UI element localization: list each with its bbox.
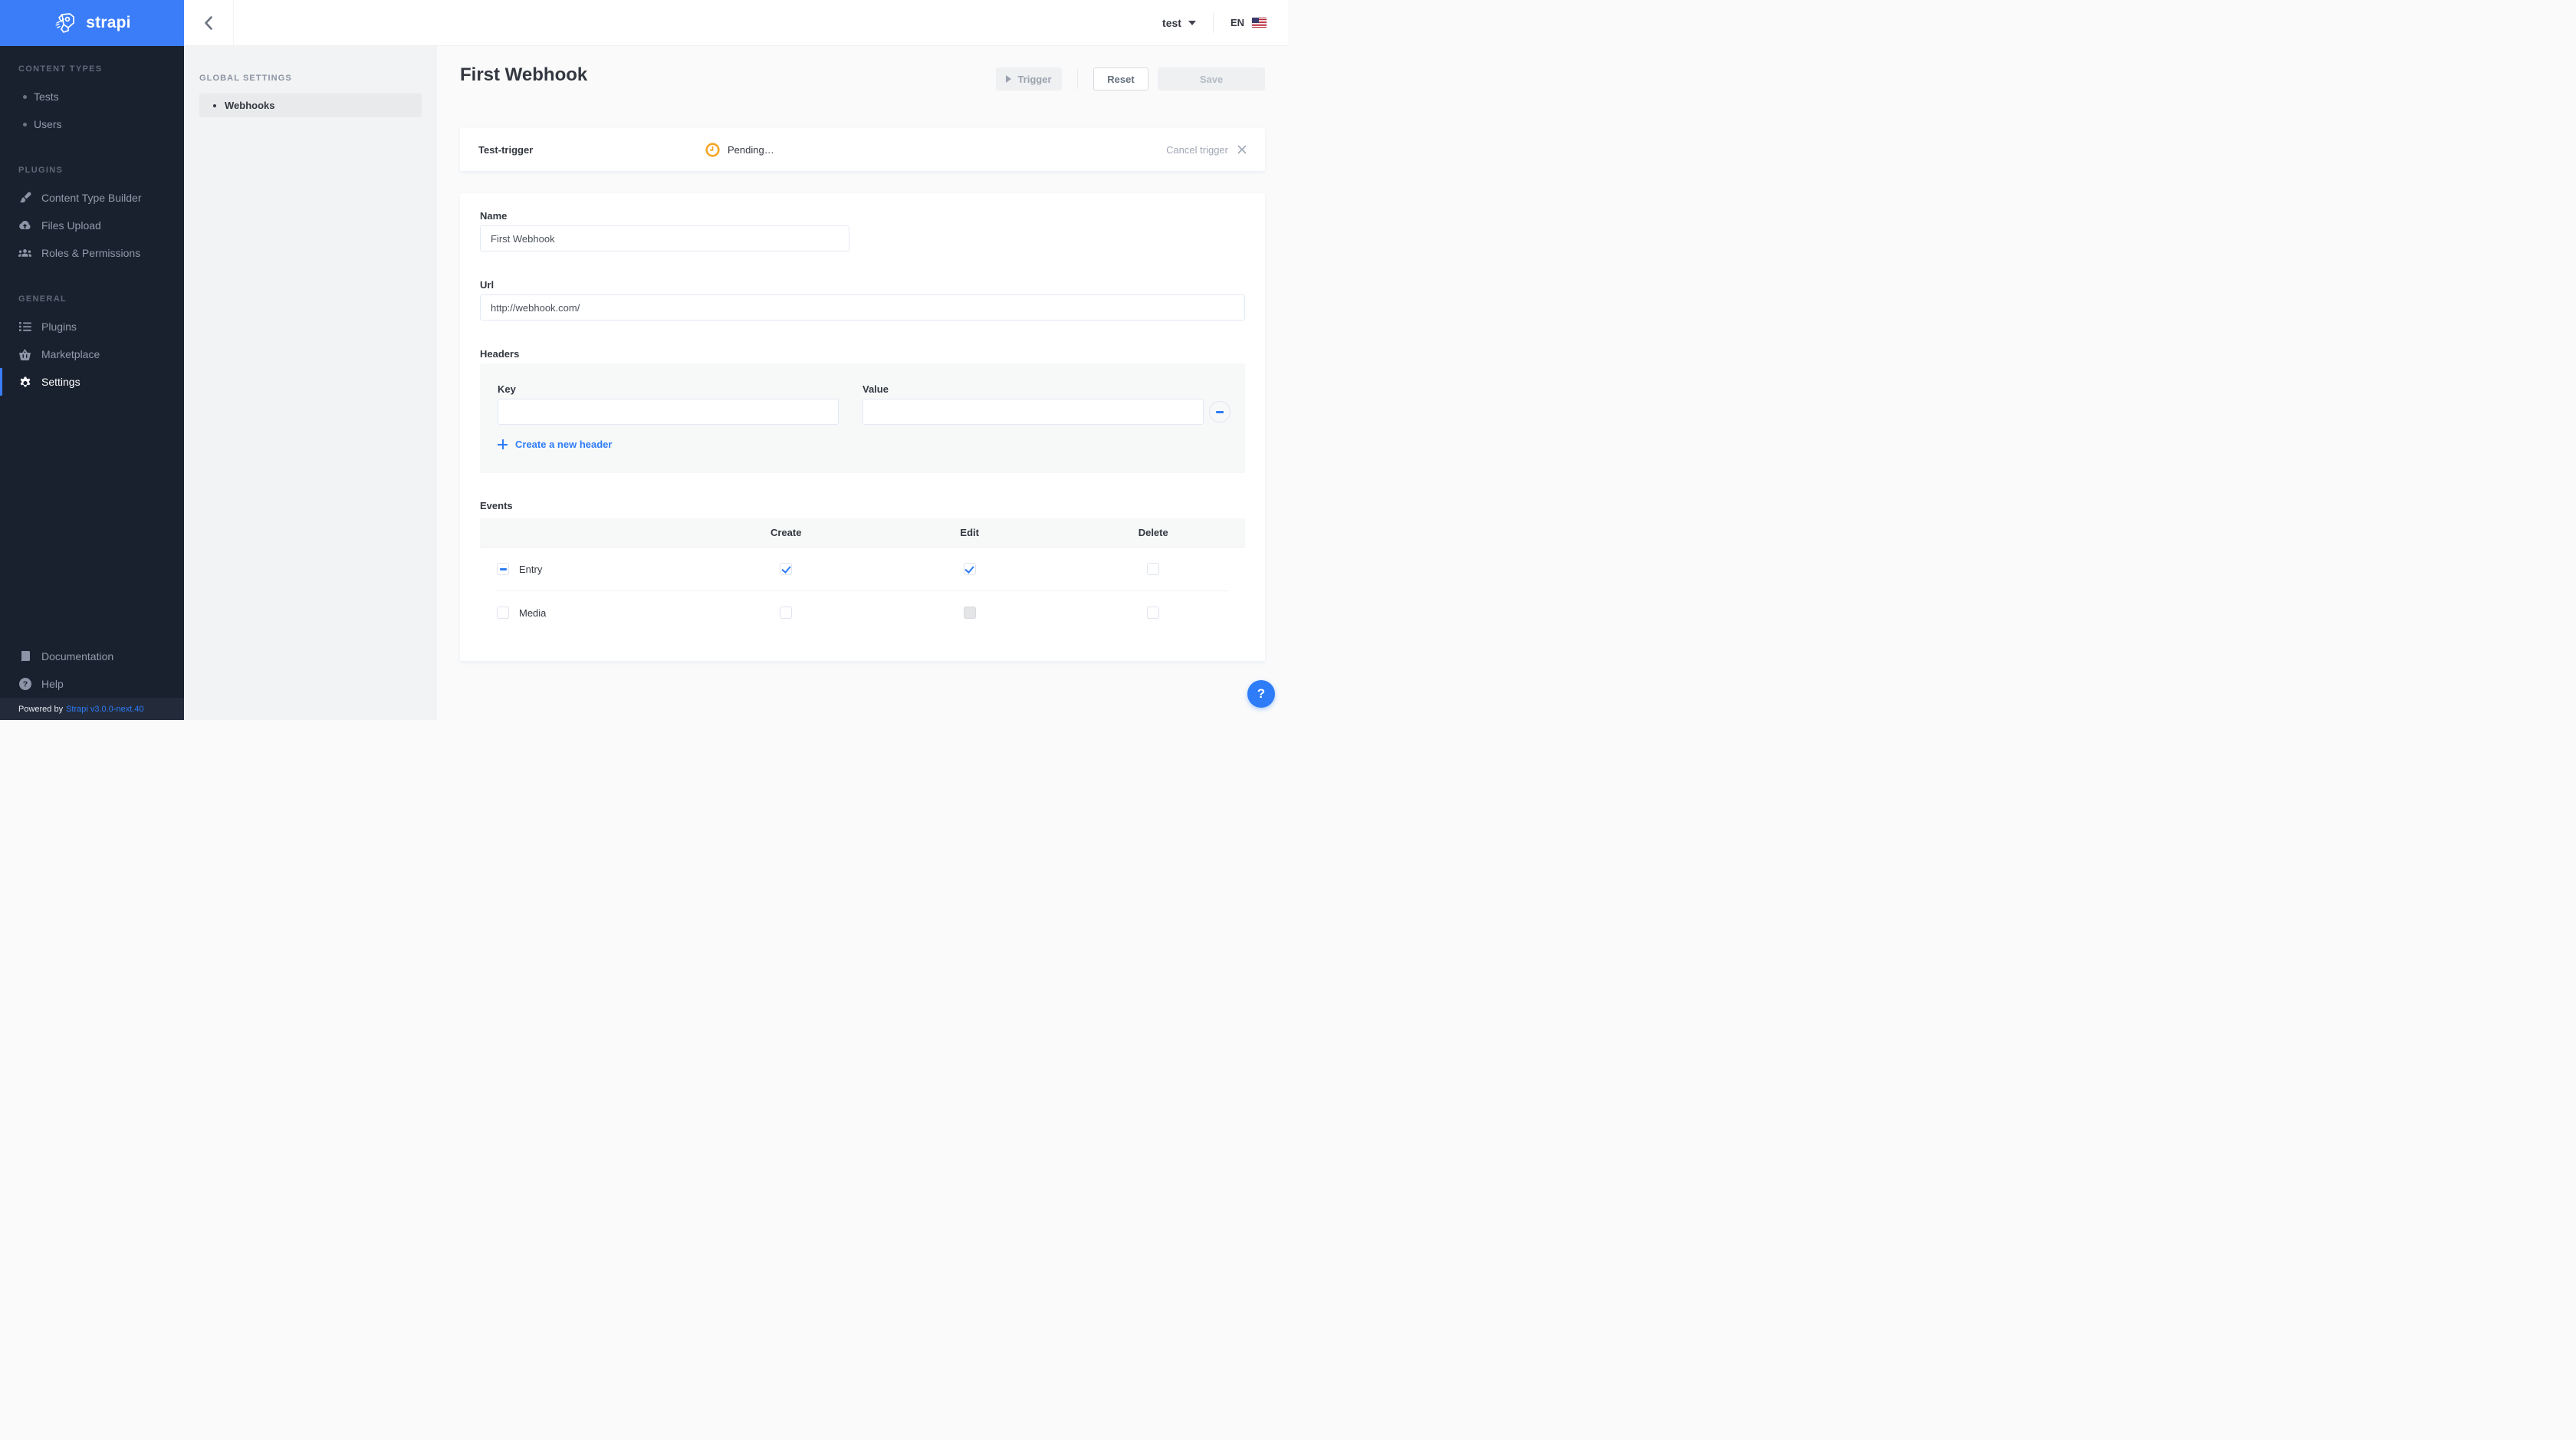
locale-code: EN: [1230, 17, 1244, 28]
topbar-right: test EN: [1162, 12, 1288, 33]
sidebar-item-settings[interactable]: Settings: [0, 368, 184, 396]
entry-edit-checkbox[interactable]: [963, 563, 976, 575]
column-delete: Delete: [1138, 527, 1168, 538]
test-trigger-label: Test-trigger: [478, 143, 534, 156]
divider: [1212, 12, 1214, 33]
topbar: test EN: [184, 0, 1288, 46]
cloud-upload-icon: [18, 219, 31, 232]
svg-text:?: ?: [22, 680, 27, 689]
sidebar-item-documentation[interactable]: Documentation: [0, 643, 184, 670]
name-input[interactable]: [480, 225, 849, 252]
events-label: Events: [480, 500, 513, 511]
list-icon: [18, 321, 31, 334]
media-row-checkbox[interactable]: [497, 607, 509, 619]
help-fab-button[interactable]: ?: [1247, 680, 1275, 708]
minus-icon: [1216, 410, 1224, 413]
cancel-trigger-button[interactable]: Cancel trigger: [1166, 144, 1247, 156]
clock-pending-icon: [705, 142, 720, 157]
gear-icon: [18, 376, 31, 389]
question-circle-icon: ?: [18, 678, 31, 691]
bullet-icon: [23, 122, 27, 127]
sidebar-item-content-type-builder[interactable]: Content Type Builder: [0, 184, 184, 212]
events-row-media: Media: [480, 591, 1245, 634]
media-delete-checkbox[interactable]: [1147, 607, 1160, 619]
section-title-general: GENERAL: [18, 294, 67, 304]
sidebar-item-users[interactable]: Users: [0, 110, 184, 138]
url-input[interactable]: [480, 294, 1245, 321]
header-value-label: Value: [863, 383, 889, 395]
row-label: Entry: [519, 563, 543, 575]
settings-subnav: GLOBAL SETTINGS Webhooks: [184, 46, 437, 720]
main-sidebar: strapi CONTENT TYPES Tests Users PLUGINS…: [0, 0, 184, 720]
main-content: First Webhook Trigger Reset Save Test-tr…: [437, 46, 1288, 720]
play-icon: [1006, 75, 1012, 83]
headers-panel: Key Value Create a new header: [480, 363, 1245, 473]
user-name: test: [1162, 16, 1181, 29]
page-title: First Webhook: [460, 64, 588, 85]
header-key-input[interactable]: [498, 399, 839, 425]
sidebar-item-roles-permissions[interactable]: Roles & Permissions: [0, 239, 184, 267]
section-title-plugins: PLUGINS: [18, 166, 64, 175]
events-header-row: Create Edit Delete: [480, 518, 1245, 547]
paintbrush-icon: [18, 192, 31, 205]
webhook-form-card: Name Url Headers Key Value Create a new …: [460, 193, 1265, 661]
sidebar-item-help[interactable]: ? Help: [0, 670, 184, 698]
column-create: Create: [770, 527, 802, 538]
bullet-icon: [213, 104, 216, 107]
section-title-content-types: CONTENT TYPES: [18, 64, 103, 74]
header-value-input[interactable]: [863, 399, 1204, 425]
trigger-status: Pending…: [705, 142, 774, 157]
create-header-link[interactable]: Create a new header: [498, 439, 612, 450]
us-flag-icon: [1252, 18, 1267, 28]
users-icon: [18, 247, 31, 260]
trigger-status-text: Pending…: [728, 143, 774, 156]
trigger-button[interactable]: Trigger: [996, 67, 1062, 90]
brand-name: strapi: [86, 14, 131, 31]
divider: [1077, 69, 1078, 89]
book-icon: [18, 650, 31, 663]
entry-create-checkbox[interactable]: [780, 563, 793, 575]
headers-label: Headers: [480, 348, 520, 360]
test-trigger-bar: Test-trigger Pending… Cancel trigger: [460, 128, 1265, 171]
user-menu[interactable]: test: [1162, 17, 1196, 29]
strapi-logo[interactable]: strapi: [0, 0, 184, 46]
subnav-item-webhooks[interactable]: Webhooks: [199, 94, 422, 117]
entry-delete-checkbox[interactable]: [1147, 563, 1160, 575]
subnav-title: GLOBAL SETTINGS: [199, 74, 292, 83]
bullet-icon: [23, 94, 27, 99]
powered-by: Powered by Strapi v3.0.0-next.40: [0, 698, 184, 720]
remove-header-button[interactable]: [1209, 401, 1230, 422]
row-label: Media: [519, 607, 547, 619]
sidebar-footer: Documentation ? Help: [0, 643, 184, 698]
close-icon: [1237, 145, 1247, 154]
header-actions: Trigger Reset Save: [996, 67, 1265, 90]
plus-icon: [498, 439, 508, 449]
sidebar-item-tests[interactable]: Tests: [0, 83, 184, 110]
question-mark: ?: [1257, 686, 1266, 701]
save-button[interactable]: Save: [1158, 67, 1265, 90]
entry-row-checkbox[interactable]: [497, 563, 509, 575]
sidebar-item-plugins[interactable]: Plugins: [0, 313, 184, 340]
locale-switcher[interactable]: EN: [1230, 17, 1267, 28]
media-edit-checkbox: [963, 607, 976, 619]
sidebar-item-files-upload[interactable]: Files Upload: [0, 212, 184, 239]
events-row-entry: Entry: [480, 547, 1245, 590]
events-table: Create Edit Delete Entry Media: [480, 518, 1245, 634]
back-button[interactable]: [184, 0, 234, 45]
header-key-label: Key: [498, 383, 516, 395]
url-label: Url: [480, 279, 495, 291]
sidebar-nav: CONTENT TYPES Tests Users PLUGINS Conten…: [0, 46, 184, 396]
name-label: Name: [480, 210, 508, 222]
chevron-down-icon: [1188, 20, 1196, 25]
sidebar-item-marketplace[interactable]: Marketplace: [0, 340, 184, 368]
strapi-rocket-icon: [53, 10, 79, 36]
strapi-version-link[interactable]: Strapi v3.0.0-next.40: [66, 705, 144, 714]
column-edit: Edit: [960, 527, 979, 538]
reset-button[interactable]: Reset: [1093, 67, 1148, 90]
chevron-left-icon: [204, 15, 213, 31]
media-create-checkbox[interactable]: [780, 607, 793, 619]
basket-icon: [18, 348, 31, 361]
